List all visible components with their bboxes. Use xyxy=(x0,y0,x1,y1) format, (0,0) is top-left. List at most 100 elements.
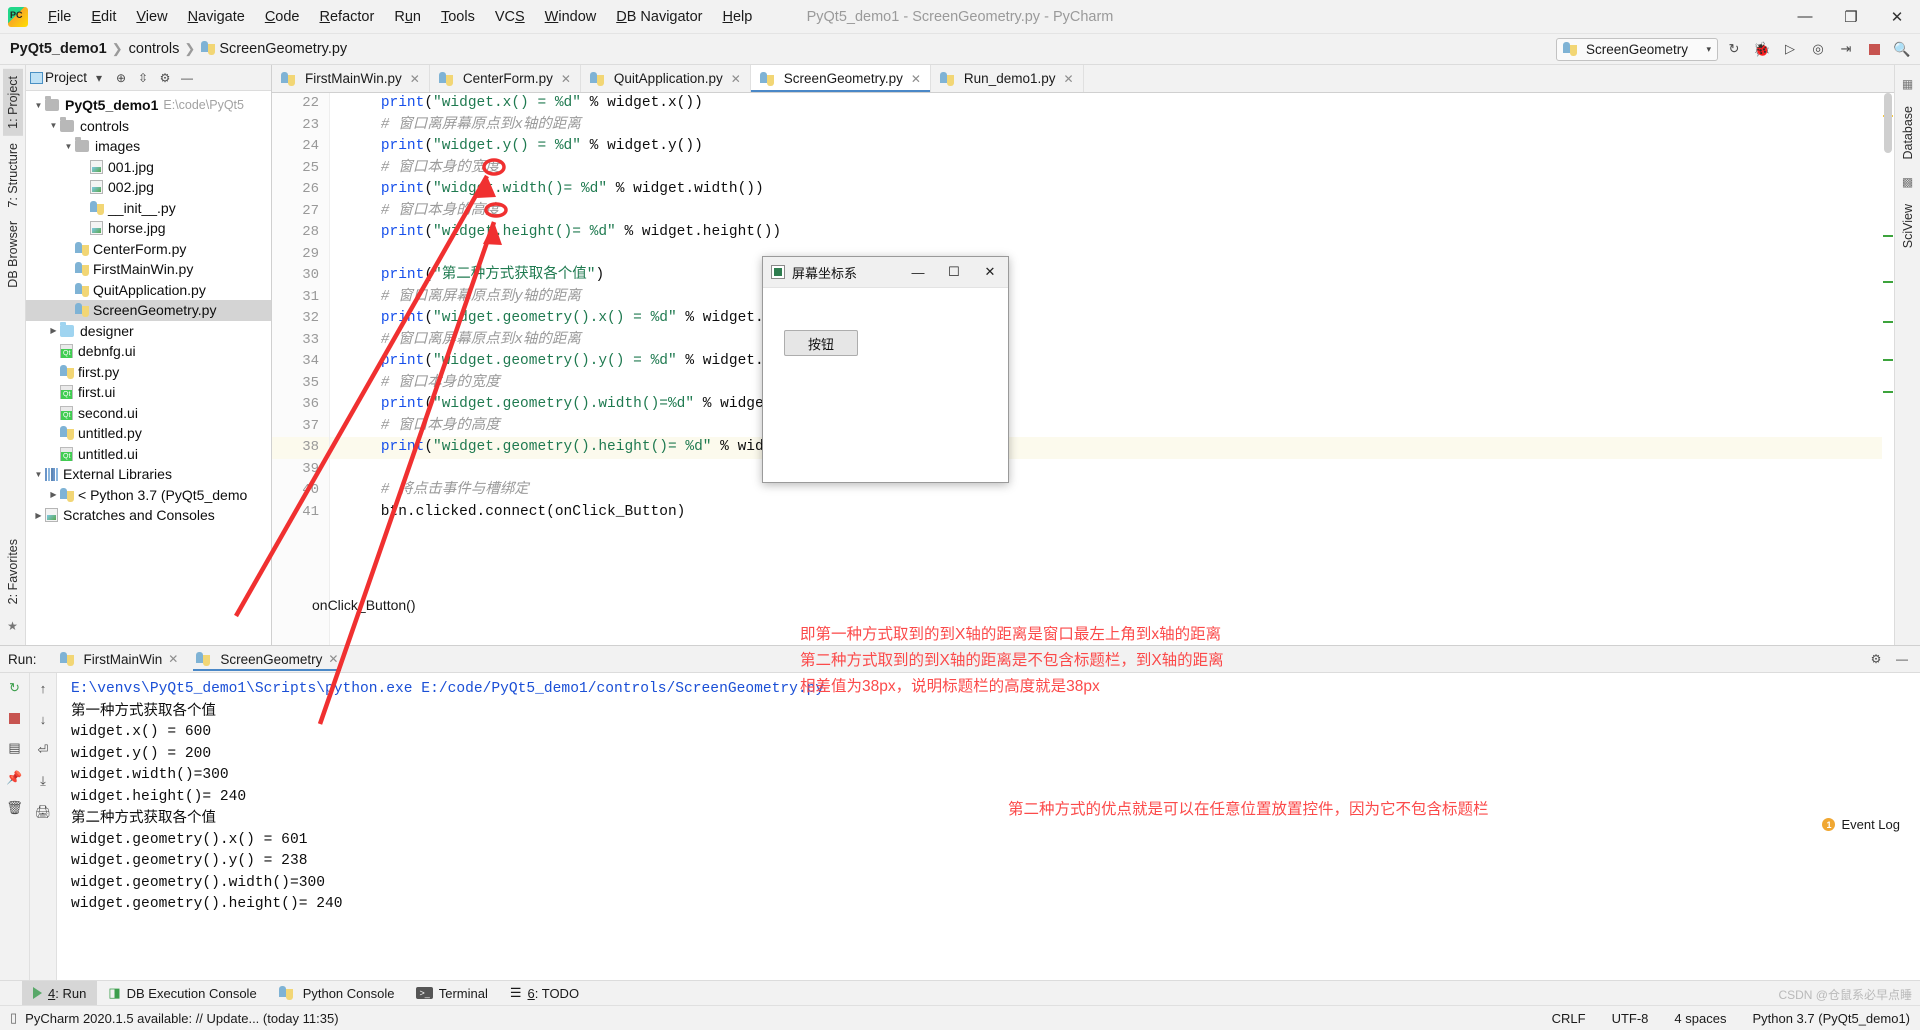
close-icon[interactable]: ✕ xyxy=(410,72,420,86)
tree-node[interactable]: __init__.py xyxy=(26,198,271,219)
tree-node[interactable]: untitled.py xyxy=(26,423,271,444)
run-tab-firstmainwin[interactable]: FirstMainWin ✕ xyxy=(51,646,188,672)
hide-panel-icon[interactable]: — xyxy=(1892,649,1912,669)
delete-icon[interactable]: 🗑 xyxy=(6,799,24,817)
tree-node[interactable]: CenterForm.py xyxy=(26,239,271,260)
code-line[interactable]: print("widget.x() = %d" % widget.x()) xyxy=(330,93,1894,115)
code-line[interactable]: print("widget.width()= %d" % widget.widt… xyxy=(330,179,1894,201)
tree-expand-arrow[interactable]: ▶ xyxy=(32,511,45,520)
tree-node[interactable]: ▼ controls xyxy=(26,116,271,137)
menu-refactor[interactable]: Refactor xyxy=(310,5,385,29)
sidebar-item-database[interactable]: Database xyxy=(1898,99,1918,167)
code-line[interactable] xyxy=(330,459,1894,481)
print-icon[interactable]: 🖨 xyxy=(34,803,52,821)
debug-icon[interactable]: 🐞 xyxy=(1750,37,1774,61)
toolwindow-terminal[interactable]: >_ Terminal xyxy=(405,981,498,1005)
database-grid-icon[interactable]: ▦ xyxy=(1900,76,1916,92)
minimize-button[interactable]: — xyxy=(1782,0,1828,34)
search-icon[interactable]: 🔍 xyxy=(1890,37,1914,61)
code-line[interactable]: # 窗口本身的宽度 xyxy=(330,373,1894,395)
console-toggle-icon[interactable]: ▤ xyxy=(6,739,24,757)
sidebar-item-project[interactable]: 1: Project xyxy=(2,69,23,136)
code-line[interactable]: print("widget.y() = %d" % widget.y()) xyxy=(330,136,1894,158)
editor-tab-bar[interactable]: FirstMainWin.py ✕ CenterForm.py ✕ QuitApplic… xyxy=(272,65,1894,93)
code-line[interactable]: # 将点击事件与槽绑定 xyxy=(330,480,1894,502)
pin-icon[interactable]: 📌 xyxy=(6,769,24,787)
locate-icon[interactable]: ⊕ xyxy=(111,68,131,88)
tree-node[interactable]: ▶ designer xyxy=(26,321,271,342)
code-line[interactable]: print("widget.geometry().height()= %d" %… xyxy=(330,437,1894,459)
project-panel-title[interactable]: Project xyxy=(45,70,87,85)
close-icon[interactable]: ✕ xyxy=(1063,72,1073,86)
status-interpreter[interactable]: Python 3.7 (PyQt5_demo1) xyxy=(1752,1011,1910,1026)
collapse-all-icon[interactable]: ⇳ xyxy=(133,68,153,88)
tree-expand-arrow[interactable]: ▼ xyxy=(32,470,45,479)
menu-window[interactable]: Window xyxy=(535,5,607,29)
code-line[interactable]: print("widget.geometry().y() = %d" % wid… xyxy=(330,351,1894,373)
tree-node[interactable]: FirstMainWin.py xyxy=(26,259,271,280)
editor-tab[interactable]: Run_demo1.py ✕ xyxy=(930,65,1084,92)
code-line[interactable]: # 窗口本身的宽度 xyxy=(330,158,1894,180)
code-line[interactable]: # 窗口离屏幕原点到x轴的距离 xyxy=(330,115,1894,137)
menu-help[interactable]: Help xyxy=(712,5,762,29)
qt-maximize-button[interactable]: ☐ xyxy=(936,257,972,288)
menu-code[interactable]: Code xyxy=(255,5,310,29)
code-line[interactable]: btn.clicked.connect(onClick_Button) xyxy=(330,502,1894,524)
tree-expand-arrow[interactable]: ▶ xyxy=(47,326,60,335)
qt-minimize-button[interactable]: — xyxy=(900,257,936,288)
up-arrow-icon[interactable]: ↑ xyxy=(34,679,52,697)
breadcrumb-file[interactable]: ScreenGeometry.py xyxy=(197,41,350,57)
qt-close-button[interactable]: ✕ xyxy=(972,257,1008,288)
tree-node[interactable]: 002.jpg xyxy=(26,177,271,198)
code-line[interactable]: # 窗口本身的高度 xyxy=(330,416,1894,438)
editor-tab[interactable]: ScreenGeometry.py ✕ xyxy=(750,65,931,92)
sidebar-item-sciview[interactable]: SciView xyxy=(1898,197,1918,255)
editor-scrollbar[interactable] xyxy=(1882,93,1894,645)
close-button[interactable]: ✕ xyxy=(1874,0,1920,34)
stop-icon[interactable] xyxy=(1862,37,1886,61)
run-configuration-selector[interactable]: ScreenGeometry ▾ xyxy=(1556,37,1718,61)
close-icon[interactable]: ✕ xyxy=(328,652,338,666)
editor-code-area[interactable]: print("widget.x() = %d" % widget.x()) # … xyxy=(330,93,1894,645)
tree-node[interactable]: 001.jpg xyxy=(26,157,271,178)
tree-expand-arrow[interactable]: ▼ xyxy=(47,121,60,130)
code-line[interactable]: # 窗口本身的高度 xyxy=(330,201,1894,223)
tree-expand-arrow[interactable]: ▶ xyxy=(47,490,60,499)
tree-expand-arrow[interactable]: ▼ xyxy=(62,142,75,151)
editor-tab[interactable]: QuitApplication.py ✕ xyxy=(580,65,751,92)
sidebar-item-structure[interactable]: 7: Structure xyxy=(3,136,23,215)
sciview-grid-icon[interactable]: ▩ xyxy=(1900,174,1916,190)
tree-node[interactable]: ▼ PyQt5_demo1 E:\code\PyQt5 xyxy=(26,95,271,116)
code-line[interactable]: print("widget.height()= %d" % widget.hei… xyxy=(330,222,1894,244)
profile-icon[interactable]: ◎ xyxy=(1806,37,1830,61)
hide-panel-icon[interactable]: — xyxy=(177,68,197,88)
menu-file[interactable]: File xyxy=(38,5,81,29)
breadcrumb-project[interactable]: PyQt5_demo1 xyxy=(6,41,110,57)
toolwindow-db-execution-console[interactable]: ◨ DB Execution Console xyxy=(97,981,267,1005)
close-icon[interactable]: ✕ xyxy=(561,72,571,86)
tree-node[interactable]: ▼ images xyxy=(26,136,271,157)
tree-node[interactable]: QuitApplication.py xyxy=(26,280,271,301)
code-line[interactable] xyxy=(330,244,1894,266)
menu-run[interactable]: Run xyxy=(384,5,431,29)
event-log-label[interactable]: Event Log xyxy=(1841,817,1900,832)
stop-icon[interactable] xyxy=(6,709,24,727)
status-encoding[interactable]: UTF-8 xyxy=(1612,1011,1649,1026)
chevron-down-icon[interactable]: ▾ xyxy=(89,68,109,88)
tree-node[interactable]: horse.jpg xyxy=(26,218,271,239)
toolwindow-run[interactable]: 4: Run xyxy=(22,981,98,1005)
status-line-separator[interactable]: CRLF xyxy=(1552,1011,1586,1026)
code-line[interactable]: print("widget.geometry().width()=%d" % w… xyxy=(330,394,1894,416)
close-icon[interactable]: ✕ xyxy=(911,72,921,86)
tree-node[interactable]: first.ui xyxy=(26,382,271,403)
attach-icon[interactable]: ⇥ xyxy=(1834,37,1858,61)
qt-push-button[interactable]: 按钮 xyxy=(784,330,858,356)
tree-node[interactable]: untitled.ui xyxy=(26,444,271,465)
code-line[interactable]: # 窗口离屏幕原点到x轴的距离 xyxy=(330,330,1894,352)
qt-popup-window[interactable]: 屏幕坐标系 — ☐ ✕ 按钮 xyxy=(762,256,1009,483)
gear-icon[interactable]: ⚙ xyxy=(1866,649,1886,669)
update-notification-icon[interactable]: ▯ xyxy=(10,1010,17,1026)
tree-node[interactable]: ScreenGeometry.py xyxy=(26,300,271,321)
editor-tab[interactable]: FirstMainWin.py ✕ xyxy=(272,65,430,92)
down-arrow-icon[interactable]: ↓ xyxy=(34,710,52,728)
